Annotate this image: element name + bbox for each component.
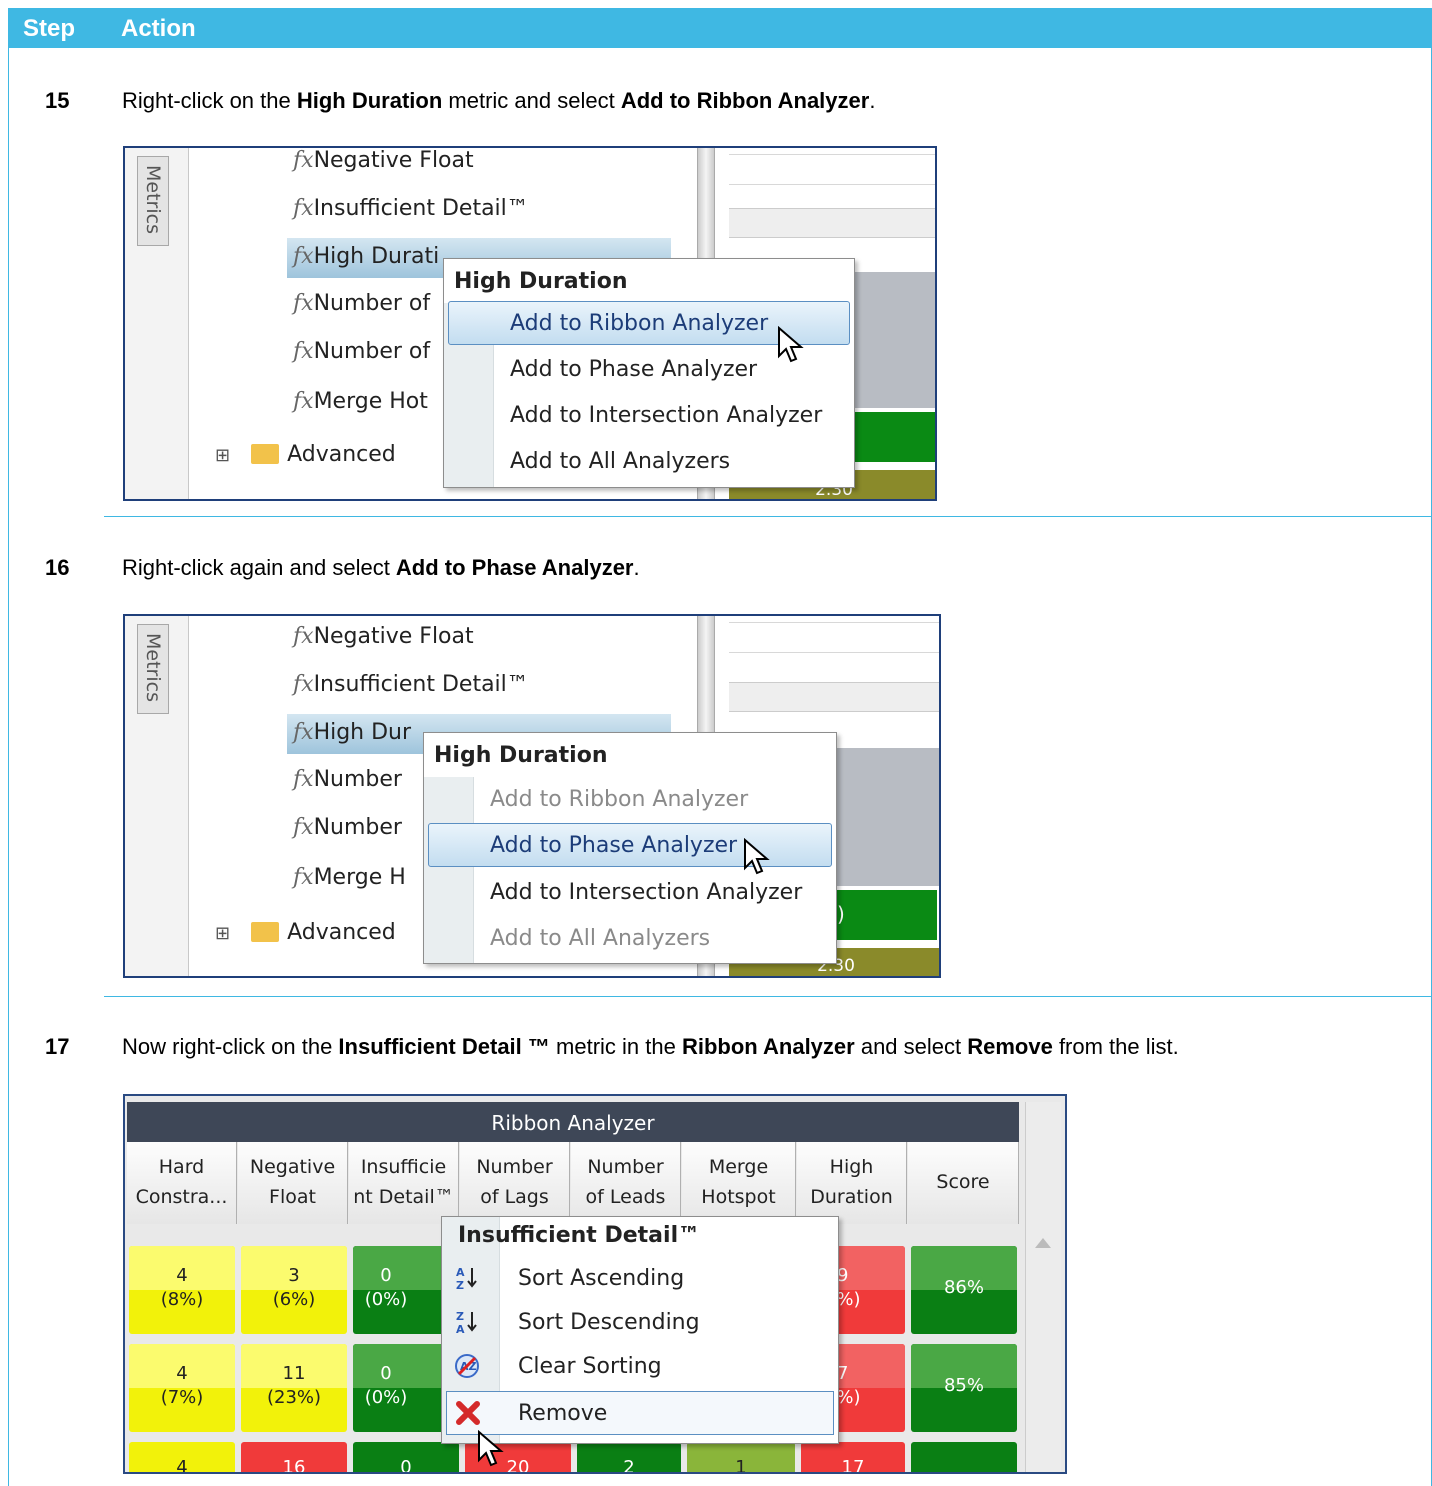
- step-instruction: Now right-click on the Insufficient Deta…: [122, 1034, 1179, 1059]
- folder-advanced[interactable]: ⊞ Advanced: [215, 920, 396, 945]
- remove-x-icon: [456, 1401, 480, 1425]
- menu-item-add-phase[interactable]: Add to Phase Analyzer: [428, 823, 832, 867]
- context-menu-title: High Duration: [434, 743, 608, 768]
- step-number: 16: [45, 555, 70, 580]
- ribbon-analyzer-screenshot: Ribbon Analyzer Hard Constra... Negative F…: [123, 1094, 1067, 1474]
- sort-descending-icon: ZA: [456, 1310, 477, 1335]
- metrics-screenshot: Metrics fxNegative Float fxInsufficient …: [123, 614, 941, 978]
- clear-sorting-icon: AZ: [455, 1354, 479, 1378]
- step-column-header: Step: [23, 15, 76, 42]
- table-cell[interactable]: 11 (23%): [241, 1344, 347, 1432]
- table-cell[interactable]: 4: [129, 1442, 235, 1472]
- metric-item[interactable]: fxInsufficient Detail™: [293, 672, 529, 697]
- metric-item[interactable]: fxInsufficient Detail™: [293, 196, 529, 221]
- metric-item[interactable]: fxNegative Float: [293, 148, 474, 173]
- mouse-cursor-icon: [478, 1430, 504, 1467]
- row-separator: [104, 996, 1432, 997]
- row-separator: [104, 516, 1432, 517]
- metrics-tab[interactable]: Metrics: [137, 624, 169, 714]
- column-header-number-of-lags[interactable]: Number of Lags: [460, 1142, 570, 1224]
- mouse-cursor-icon: [744, 838, 770, 875]
- context-menu: High Duration Add to Ribbon Analyzer Add…: [423, 732, 837, 964]
- menu-item-add-all: Add to All Analyzers: [490, 926, 711, 951]
- metric-item-high-duration[interactable]: fxHigh Dur: [293, 720, 411, 745]
- expand-icon[interactable]: ⊞: [215, 923, 230, 944]
- table-cell-score[interactable]: 86%: [911, 1246, 1017, 1334]
- mouse-cursor-icon: [778, 326, 804, 363]
- metric-item[interactable]: fxNumber of: [293, 291, 430, 316]
- context-menu: Insufficient Detail™ AZ Sort Ascending Z…: [441, 1216, 839, 1444]
- context-menu-title: High Duration: [454, 269, 628, 294]
- menu-item-sort-ascending[interactable]: AZ Sort Ascending: [442, 1257, 838, 1301]
- metric-item[interactable]: fxMerge Hot: [293, 389, 428, 414]
- expand-icon[interactable]: ⊞: [215, 445, 230, 466]
- menu-item-remove[interactable]: Remove: [446, 1391, 834, 1435]
- vertical-scrollbar[interactable]: [1025, 1102, 1061, 1472]
- column-header-merge-hotspot[interactable]: Merge Hotspot: [682, 1142, 796, 1224]
- table-cell[interactable]: 0: [353, 1442, 459, 1472]
- metric-item[interactable]: fxNegative Float: [293, 624, 474, 649]
- step-number: 15: [45, 88, 70, 113]
- table-cell[interactable]: 3 (6%): [241, 1246, 347, 1334]
- scroll-up-icon[interactable]: [1035, 1238, 1051, 1248]
- column-header-high-duration[interactable]: High Duration: [797, 1142, 907, 1224]
- table-cell-score[interactable]: [911, 1442, 1017, 1472]
- table-border-left: [8, 48, 9, 1486]
- column-header-negative-float[interactable]: Negative Float: [238, 1142, 348, 1224]
- folder-advanced[interactable]: ⊞ Advanced: [215, 442, 396, 467]
- metric-item[interactable]: fxNumber: [293, 767, 402, 792]
- menu-item-add-all[interactable]: Add to All Analyzers: [444, 440, 854, 484]
- menu-item-clear-sorting[interactable]: AZ Clear Sorting: [442, 1345, 838, 1389]
- table-cell[interactable]: 2: [577, 1442, 681, 1472]
- metric-item[interactable]: fxMerge H: [293, 865, 406, 890]
- column-header-score[interactable]: Score: [908, 1142, 1019, 1224]
- column-header-number-of-leads[interactable]: Number of Leads: [571, 1142, 681, 1224]
- svg-text:A: A: [456, 1266, 465, 1279]
- table-cell[interactable]: 4 (8%): [129, 1246, 235, 1334]
- table-cell[interactable]: 4 (7%): [129, 1344, 235, 1432]
- column-header-insufficient-detail[interactable]: Insufficie nt Detail™: [349, 1142, 459, 1224]
- metric-item[interactable]: fxNumber of: [293, 339, 430, 364]
- menu-item-add-intersection[interactable]: Add to Intersection Analyzer: [444, 394, 854, 438]
- context-menu: High Duration Add to Ribbon Analyzer Add…: [443, 258, 855, 488]
- folder-icon: [251, 922, 280, 942]
- table-cell[interactable]: 16: [241, 1442, 347, 1472]
- metrics-screenshot: Metrics fxNegative Float fxInsufficient …: [123, 146, 937, 501]
- column-header-hard-constraints[interactable]: Hard Constra...: [127, 1142, 237, 1224]
- svg-text:Z: Z: [456, 1310, 464, 1323]
- menu-item-add-intersection[interactable]: Add to Intersection Analyzer: [424, 871, 836, 915]
- context-menu-title: Insufficient Detail™: [458, 1223, 701, 1248]
- step-number: 17: [45, 1034, 70, 1059]
- step-instruction: Right-click again and select Add to Phas…: [122, 555, 640, 580]
- action-column-header: Action: [121, 15, 196, 42]
- svg-text:A: A: [456, 1323, 465, 1335]
- metric-item[interactable]: fxNumber: [293, 815, 402, 840]
- step-instruction: Right-click on the High Duration metric …: [122, 88, 876, 113]
- svg-text:Z: Z: [456, 1279, 464, 1291]
- metric-item-high-duration[interactable]: fxHigh Durati: [293, 244, 439, 269]
- folder-icon: [251, 444, 280, 464]
- ribbon-analyzer-title: Ribbon Analyzer: [127, 1102, 1019, 1142]
- menu-item-add-ribbon: Add to Ribbon Analyzer: [490, 787, 749, 812]
- table-cell-score[interactable]: 85%: [911, 1344, 1017, 1432]
- table-header: Step Action: [8, 8, 1432, 48]
- sort-ascending-icon: AZ: [456, 1266, 477, 1291]
- menu-item-sort-descending[interactable]: ZA Sort Descending: [442, 1301, 838, 1345]
- metrics-tab[interactable]: Metrics: [137, 156, 169, 246]
- table-cell[interactable]: 1: [687, 1442, 795, 1472]
- table-cell[interactable]: 17: [801, 1442, 905, 1472]
